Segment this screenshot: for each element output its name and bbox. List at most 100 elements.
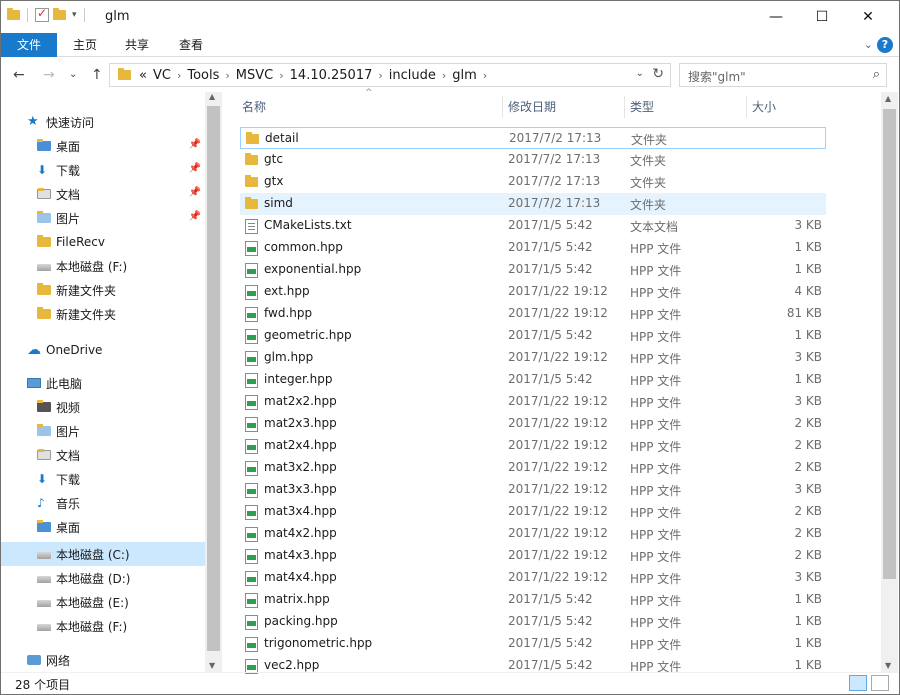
tab-home[interactable]: 主页 — [61, 33, 109, 57]
sidebar-item-documents[interactable]: 文档 📌 — [1, 182, 205, 206]
sidebar-item-desktop[interactable]: 桌面 — [1, 515, 205, 539]
sidebar-item-new-folder[interactable]: 新建文件夹 — [1, 302, 205, 326]
breadcrumb-tools[interactable]: Tools — [187, 68, 219, 83]
pin-icon[interactable]: 📌 — [189, 163, 201, 174]
scrollbar-thumb[interactable] — [207, 106, 220, 651]
table-row[interactable]: common.hpp 2017/1/5 5:42 HPP 文件 1 KB — [240, 237, 826, 259]
sidebar-item-drive-c[interactable]: 本地磁盘 (C:) — [1, 542, 205, 566]
expand-ribbon-chevron-icon[interactable]: ⌄ — [864, 38, 873, 51]
sidebar-item-pictures[interactable]: 图片 — [1, 419, 205, 443]
table-row[interactable]: trigonometric.hpp 2017/1/5 5:42 HPP 文件 1 KB — [240, 633, 826, 655]
table-row[interactable]: packing.hpp 2017/1/5 5:42 HPP 文件 1 KB — [240, 611, 826, 633]
table-row[interactable]: glm.hpp 2017/1/22 19:12 HPP 文件 3 KB — [240, 347, 826, 369]
title-bar: ▾ glm — ☐ ✕ — [1, 1, 899, 33]
back-button[interactable]: ← — [13, 67, 25, 83]
scroll-down-icon[interactable]: ▼ — [885, 661, 891, 670]
table-row[interactable]: exponential.hpp 2017/1/5 5:42 HPP 文件 1 KB — [240, 259, 826, 281]
recent-locations-chevron-icon[interactable]: ⌄ — [69, 69, 77, 80]
table-row[interactable]: mat2x4.hpp 2017/1/22 19:12 HPP 文件 2 KB — [240, 435, 826, 457]
table-row[interactable]: fwd.hpp 2017/1/22 19:12 HPP 文件 81 KB — [240, 303, 826, 325]
sidebar-item-music[interactable]: ♪ 音乐 — [1, 491, 205, 515]
breadcrumb-msvc[interactable]: MSVC — [236, 68, 273, 83]
table-row[interactable]: integer.hpp 2017/1/5 5:42 HPP 文件 1 KB — [240, 369, 826, 391]
sidebar-item-new-folder[interactable]: 新建文件夹 — [1, 278, 205, 302]
file-list-scrollbar[interactable]: ▲ ▼ — [881, 92, 898, 672]
breadcrumb-chevron-icon[interactable]: › — [483, 69, 487, 82]
sidebar-item-desktop[interactable]: 桌面 📌 — [1, 134, 205, 158]
search-icon[interactable]: ⌕ — [873, 67, 880, 82]
pin-icon[interactable]: 📌 — [189, 211, 201, 222]
sidebar-item-this-pc[interactable]: 此电脑 — [1, 371, 205, 395]
column-header-type[interactable]: 类型 — [610, 92, 730, 122]
tab-share[interactable]: 共享 — [113, 33, 161, 57]
column-header-size[interactable]: 大小 — [732, 92, 828, 122]
sidebar-item-drive-f[interactable]: 本地磁盘 (F:) — [1, 254, 205, 278]
close-button[interactable]: ✕ — [845, 1, 891, 33]
sidebar-item-network[interactable]: 网络 — [1, 648, 205, 672]
large-icons-view-icon[interactable] — [871, 675, 889, 691]
address-history-chevron-icon[interactable]: ⌄ — [636, 68, 644, 79]
refresh-icon[interactable]: ↻ — [652, 66, 664, 82]
table-row[interactable]: mat4x4.hpp 2017/1/22 19:12 HPP 文件 3 KB — [240, 567, 826, 589]
table-row[interactable]: CMakeLists.txt 2017/1/5 5:42 文本文档 3 KB — [240, 215, 826, 237]
sidebar-item-onedrive[interactable]: ☁ OneDrive — [1, 338, 205, 362]
table-row[interactable]: mat3x4.hpp 2017/1/22 19:12 HPP 文件 2 KB — [240, 501, 826, 523]
new-folder-icon[interactable] — [53, 8, 66, 20]
up-button[interactable]: ↑ — [91, 67, 103, 83]
breadcrumb-vc[interactable]: VC — [153, 68, 171, 83]
breadcrumb-chevron-icon[interactable]: › — [442, 69, 446, 82]
sidebar-item-drive-f[interactable]: 本地磁盘 (F:) — [1, 614, 205, 638]
sidebar-item-drive-e[interactable]: 本地磁盘 (E:) — [1, 590, 205, 614]
table-row[interactable]: mat3x3.hpp 2017/1/22 19:12 HPP 文件 3 KB — [240, 479, 826, 501]
sidebar-item-videos[interactable]: 视频 — [1, 395, 205, 419]
breadcrumb-glm[interactable]: glm — [452, 68, 477, 83]
breadcrumb-version[interactable]: 14.10.25017 — [290, 68, 373, 83]
table-row[interactable]: ext.hpp 2017/1/22 19:12 HPP 文件 4 KB — [240, 281, 826, 303]
tab-file[interactable]: 文件 — [1, 33, 57, 57]
sidebar-item-downloads[interactable]: ⬇ 下载 — [1, 467, 205, 491]
pin-icon[interactable]: 📌 — [189, 187, 201, 198]
sidebar-item-drive-d[interactable]: 本地磁盘 (D:) — [1, 566, 205, 590]
minimize-button[interactable]: — — [753, 1, 799, 33]
table-row[interactable]: gtc 2017/7/2 17:13 文件夹 — [240, 149, 826, 171]
scroll-up-icon[interactable]: ▲ — [885, 94, 891, 103]
address-bar[interactable]: « VC › Tools › MSVC › 14.10.25017 › include ›… — [109, 63, 671, 87]
table-row[interactable]: mat4x2.hpp 2017/1/22 19:12 HPP 文件 2 KB — [240, 523, 826, 545]
sidebar-item-downloads[interactable]: ⬇ 下载 📌 — [1, 158, 205, 182]
sidebar-item-filerecv[interactable]: FileRecv — [1, 230, 205, 254]
navigation-pane-scrollbar[interactable]: ▲ ▼ — [205, 92, 222, 672]
column-header-name[interactable]: 名称 — [222, 92, 502, 122]
breadcrumb-chevron-icon[interactable]: › — [378, 69, 382, 82]
table-row[interactable]: mat2x2.hpp 2017/1/22 19:12 HPP 文件 3 KB — [240, 391, 826, 413]
forward-button[interactable]: → — [43, 67, 55, 83]
breadcrumb-chevron-icon[interactable]: › — [225, 69, 229, 82]
search-input[interactable]: 搜索"glm" ⌕ — [679, 63, 887, 87]
scroll-down-icon[interactable]: ▼ — [209, 661, 215, 670]
table-row[interactable]: mat4x3.hpp 2017/1/22 19:12 HPP 文件 2 KB — [240, 545, 826, 567]
tab-view[interactable]: 查看 — [167, 33, 215, 57]
table-row[interactable]: geometric.hpp 2017/1/5 5:42 HPP 文件 1 KB — [240, 325, 826, 347]
scroll-up-icon[interactable]: ▲ — [209, 92, 215, 101]
column-header-date[interactable]: 修改日期 — [488, 92, 610, 122]
sidebar-item-quick-access[interactable]: ★ 快速访问 — [1, 110, 205, 134]
table-row[interactable]: gtx 2017/7/2 17:13 文件夹 — [240, 171, 826, 193]
customize-toolbar-chevron-icon[interactable]: ▾ — [72, 10, 77, 20]
scrollbar-thumb[interactable] — [883, 109, 896, 579]
table-row[interactable]: detail 2017/7/2 17:13 文件夹 — [240, 127, 826, 149]
table-row[interactable]: simd 2017/7/2 17:13 文件夹 — [240, 193, 826, 215]
breadcrumb-chevron-icon[interactable]: › — [177, 69, 181, 82]
table-row[interactable]: mat2x3.hpp 2017/1/22 19:12 HPP 文件 2 KB — [240, 413, 826, 435]
table-row[interactable]: matrix.hpp 2017/1/5 5:42 HPP 文件 1 KB — [240, 589, 826, 611]
sidebar-item-pictures[interactable]: 图片 📌 — [1, 206, 205, 230]
breadcrumb-include[interactable]: include — [389, 68, 436, 83]
breadcrumb-chevron-icon[interactable]: › — [279, 69, 283, 82]
properties-checkmark-icon[interactable] — [35, 6, 49, 22]
maximize-button[interactable]: ☐ — [799, 1, 845, 33]
sidebar-item-label: 新建文件夹 — [56, 307, 117, 322]
table-row[interactable]: mat3x2.hpp 2017/1/22 19:12 HPP 文件 2 KB — [240, 457, 826, 479]
details-view-icon[interactable] — [849, 675, 867, 691]
breadcrumb-overflow[interactable]: « — [139, 68, 147, 83]
help-icon[interactable]: ? — [877, 37, 893, 53]
pin-icon[interactable]: 📌 — [189, 139, 201, 150]
sidebar-item-documents[interactable]: 文档 — [1, 443, 205, 467]
